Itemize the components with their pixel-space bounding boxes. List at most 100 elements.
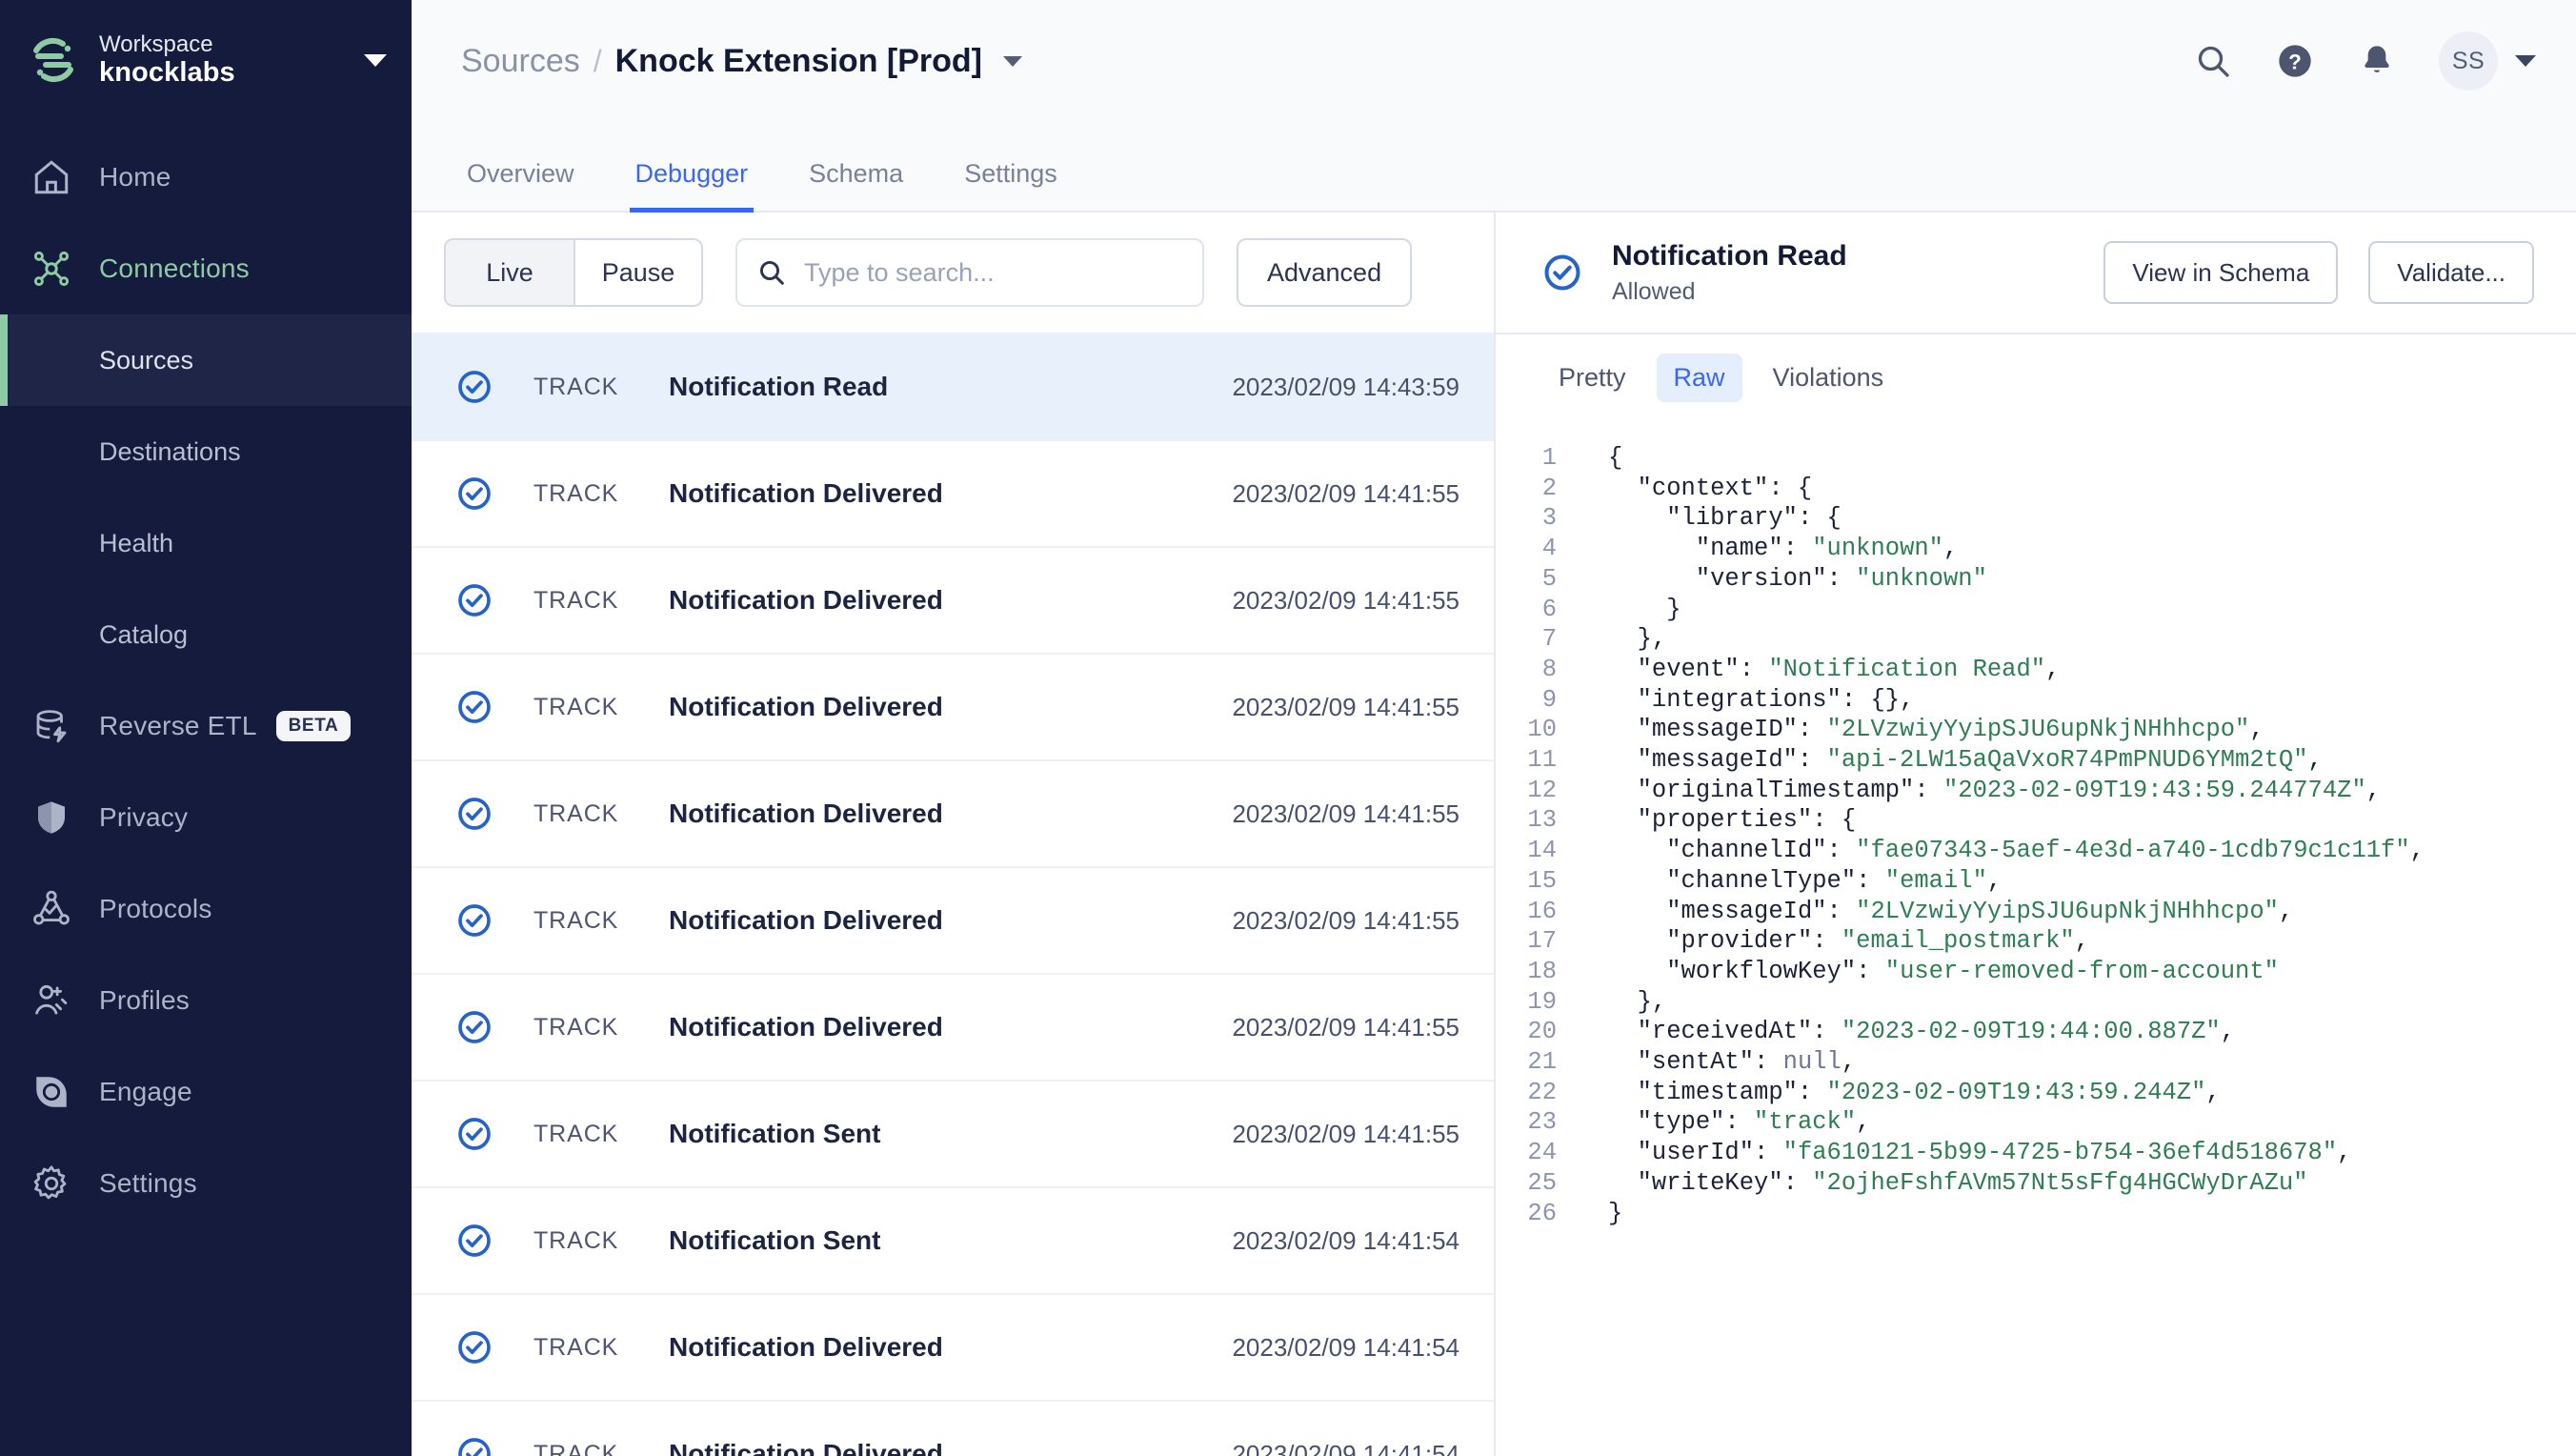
sidebar-item-label: Home [99, 162, 171, 192]
line-number: 12 [1527, 776, 1557, 804]
table-row[interactable]: TRACK Notification Delivered 2023/02/09 … [412, 1293, 1494, 1400]
table-row[interactable]: TRACK Notification Delivered 2023/02/09 … [412, 759, 1494, 866]
line-number: 25 [1527, 1168, 1557, 1197]
chevron-down-icon[interactable] [1003, 55, 1022, 67]
table-row[interactable]: TRACK Notification Sent 2023/02/09 14:41… [412, 1080, 1494, 1186]
workspace-switcher[interactable]: Workspace knocklabs [0, 13, 412, 107]
line-number: 3 [1541, 504, 1557, 533]
table-row[interactable]: TRACK Notification Delivered 2023/02/09 … [412, 653, 1494, 759]
tab-pretty[interactable]: Pretty [1541, 354, 1643, 402]
search-box[interactable] [735, 238, 1204, 307]
check-circle-icon [455, 688, 497, 726]
check-circle-icon [455, 795, 497, 833]
code-line: 16 "messageId": "2LVzwiyYyipSJU6upNkjNHh… [1496, 897, 2576, 927]
code-line: 20 "receivedAt": "2023-02-09T19:44:00.88… [1496, 1017, 2576, 1047]
breadcrumb-sources[interactable]: Sources [461, 43, 580, 80]
line-number: 19 [1527, 987, 1557, 1016]
top-bar-actions: ? SS [2193, 31, 2536, 91]
table-row[interactable]: TRACK Notification Read 2023/02/09 14:43… [412, 333, 1494, 439]
sidebar-item-reverse-etl[interactable]: Reverse ETL BETA [0, 680, 412, 772]
code-line: 5 "version": "unknown" [1496, 564, 2576, 595]
tab-settings[interactable]: Settings [958, 159, 1063, 212]
event-timestamp: 2023/02/09 14:41:55 [1232, 478, 1459, 508]
tab-debugger[interactable]: Debugger [629, 159, 755, 212]
event-name: Notification Sent [669, 1119, 881, 1148]
bell-icon[interactable] [2357, 41, 2397, 81]
code-line: 21 "sentAt": null, [1496, 1047, 2576, 1078]
chevron-down-icon [364, 53, 387, 67]
engage-icon [29, 1069, 74, 1115]
table-row[interactable]: TRACK Notification Delivered 2023/02/09 … [412, 1400, 1494, 1456]
profiles-icon [29, 978, 74, 1023]
event-name: Notification Delivered [669, 1332, 943, 1362]
tab-raw[interactable]: Raw [1656, 353, 1742, 402]
view-in-schema-button[interactable]: View in Schema [2103, 241, 2339, 304]
search-icon[interactable] [2193, 41, 2233, 81]
line-number: 21 [1527, 1048, 1557, 1077]
sidebar-item-home[interactable]: Home [0, 131, 412, 223]
breadcrumb-separator: / [593, 43, 602, 78]
page-tabs: Overview Debugger Schema Settings [412, 122, 2576, 212]
table-row[interactable]: TRACK Notification Sent 2023/02/09 14:41… [412, 1186, 1494, 1293]
sidebar-item-engage[interactable]: Engage [0, 1046, 412, 1138]
sidebar-item-catalog[interactable]: Catalog [0, 589, 412, 680]
sidebar-item-label: Settings [99, 1168, 197, 1198]
sidebar-item-profiles[interactable]: Profiles [0, 955, 412, 1046]
code-line: 1{ [1496, 443, 2576, 474]
account-menu[interactable]: SS [2439, 31, 2536, 91]
line-number: 23 [1527, 1108, 1557, 1137]
tab-overview[interactable]: Overview [461, 159, 580, 212]
sidebar-item-sources[interactable]: Sources [0, 314, 412, 406]
code-line: 2 "context": { [1496, 474, 2576, 504]
event-name: Notification Delivered [669, 905, 943, 935]
validate-button[interactable]: Validate... [2368, 241, 2534, 304]
sidebar-item-label: Destinations [99, 436, 241, 466]
tab-violations[interactable]: Violations [1756, 354, 1902, 402]
event-list[interactable]: TRACK Notification Read 2023/02/09 14:43… [412, 333, 1494, 1456]
event-timestamp: 2023/02/09 14:41:55 [1232, 585, 1459, 615]
code-line: 8 "event": "Notification Read", [1496, 655, 2576, 685]
code-line: 13 "properties": { [1496, 805, 2576, 836]
code-line: 18 "workflowKey": "user-removed-from-acc… [1496, 957, 2576, 987]
segment-logo-icon [29, 35, 78, 85]
code-text: "version": "unknown" [1695, 564, 1987, 593]
code-text: "context": { [1637, 474, 1813, 502]
line-number: 20 [1527, 1018, 1557, 1046]
check-circle-icon [455, 901, 497, 940]
sidebar-item-settings[interactable]: Settings [0, 1138, 412, 1229]
table-row[interactable]: TRACK Notification Delivered 2023/02/09 … [412, 546, 1494, 653]
code-text: "messageId": "api-2LW15aQaVxoR74PmPNUD6Y… [1637, 746, 2323, 775]
code-text: } [1608, 1199, 1623, 1227]
check-circle-icon [455, 1115, 497, 1153]
payload-code-viewer[interactable]: 1{2 "context": {3 "library": {4 "name": … [1496, 420, 2576, 1456]
sidebar-item-connections[interactable]: Connections [0, 223, 412, 314]
event-detail-title: Notification Read [1612, 239, 1847, 272]
search-input[interactable] [804, 257, 1183, 288]
code-line: 23 "type": "track", [1496, 1107, 2576, 1138]
help-icon[interactable]: ? [2275, 41, 2315, 81]
table-row[interactable]: TRACK Notification Delivered 2023/02/09 … [412, 866, 1494, 973]
code-text: "userId": "fa610121-5b99-4725-b754-36ef4… [1637, 1139, 2352, 1167]
live-button[interactable]: Live [446, 240, 574, 305]
sidebar-item-destinations[interactable]: Destinations [0, 406, 412, 497]
event-timestamp: 2023/02/09 14:41:55 [1232, 1012, 1459, 1041]
code-line: 14 "channelId": "fae07343-5aef-4e3d-a740… [1496, 836, 2576, 866]
table-row[interactable]: TRACK Notification Delivered 2023/02/09 … [412, 973, 1494, 1080]
event-timestamp: 2023/02/09 14:43:59 [1232, 372, 1459, 401]
tab-schema[interactable]: Schema [803, 159, 909, 212]
code-line: 22 "timestamp": "2023-02-09T19:43:59.244… [1496, 1078, 2576, 1108]
sidebar-item-health[interactable]: Health [0, 497, 412, 589]
code-text: "workflowKey": "user-removed-from-accoun… [1666, 957, 2279, 985]
sidebar-item-label: Privacy [99, 802, 189, 832]
check-circle-icon [455, 475, 497, 513]
line-number: 17 [1527, 927, 1557, 956]
table-row[interactable]: TRACK Notification Delivered 2023/02/09 … [412, 439, 1494, 546]
advanced-button[interactable]: Advanced [1237, 238, 1413, 307]
sidebar-item-protocols[interactable]: Protocols [0, 863, 412, 955]
pause-button[interactable]: Pause [574, 240, 701, 305]
line-number: 9 [1541, 685, 1557, 714]
sidebar-item-privacy[interactable]: Privacy [0, 772, 412, 863]
line-number: 5 [1541, 564, 1557, 593]
sidebar-item-label: Engage [99, 1077, 192, 1106]
event-type: TRACK [533, 1333, 619, 1361]
